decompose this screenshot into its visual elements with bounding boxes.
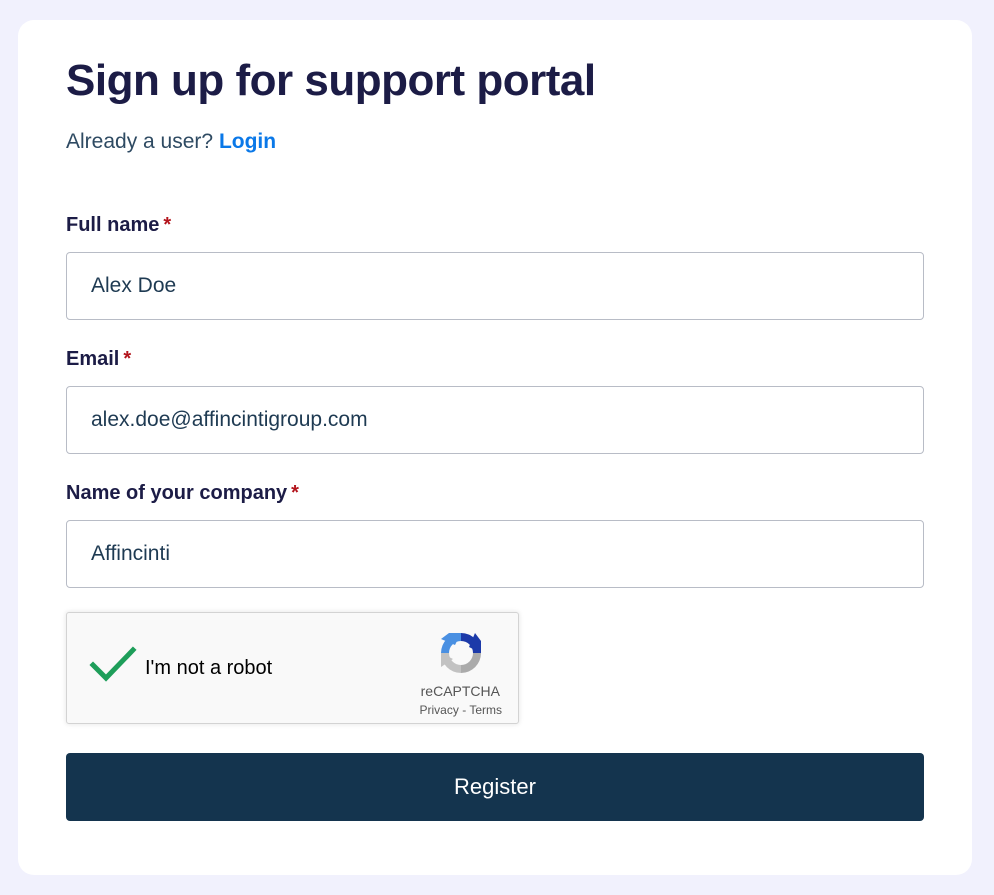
recaptcha-links: Privacy - Terms xyxy=(420,703,502,717)
checkmark-icon[interactable] xyxy=(89,645,137,685)
login-link[interactable]: Login xyxy=(219,130,276,153)
company-label-text: Name of your company xyxy=(66,482,288,504)
email-input[interactable] xyxy=(66,386,924,454)
required-marker: * xyxy=(291,482,299,504)
full-name-label-text: Full name xyxy=(66,214,160,236)
recaptcha-logo-icon xyxy=(441,633,481,673)
company-label: Name of your company * xyxy=(66,482,299,505)
login-prompt: Already a user? Login xyxy=(66,130,276,154)
recaptcha-widget: I'm not a robot reCAPTCHA Privacy - Term… xyxy=(66,612,519,724)
full-name-label: Full name * xyxy=(66,214,171,237)
required-marker: * xyxy=(123,348,132,370)
company-input[interactable] xyxy=(66,520,924,588)
register-button[interactable]: Register xyxy=(66,753,924,821)
signup-card: Sign up for support portal Already a use… xyxy=(18,20,972,875)
email-label: Email * xyxy=(66,348,131,371)
recaptcha-brand: reCAPTCHA xyxy=(420,683,500,699)
links-separator: - xyxy=(462,703,467,717)
required-marker: * xyxy=(163,214,172,236)
privacy-link[interactable]: Privacy xyxy=(420,703,459,717)
email-label-text: Email xyxy=(66,348,120,370)
page-title: Sign up for support portal xyxy=(66,56,596,105)
recaptcha-label: I'm not a robot xyxy=(145,657,273,679)
terms-link[interactable]: Terms xyxy=(469,703,502,717)
login-prompt-text: Already a user? xyxy=(66,130,214,153)
full-name-input[interactable] xyxy=(66,252,924,320)
